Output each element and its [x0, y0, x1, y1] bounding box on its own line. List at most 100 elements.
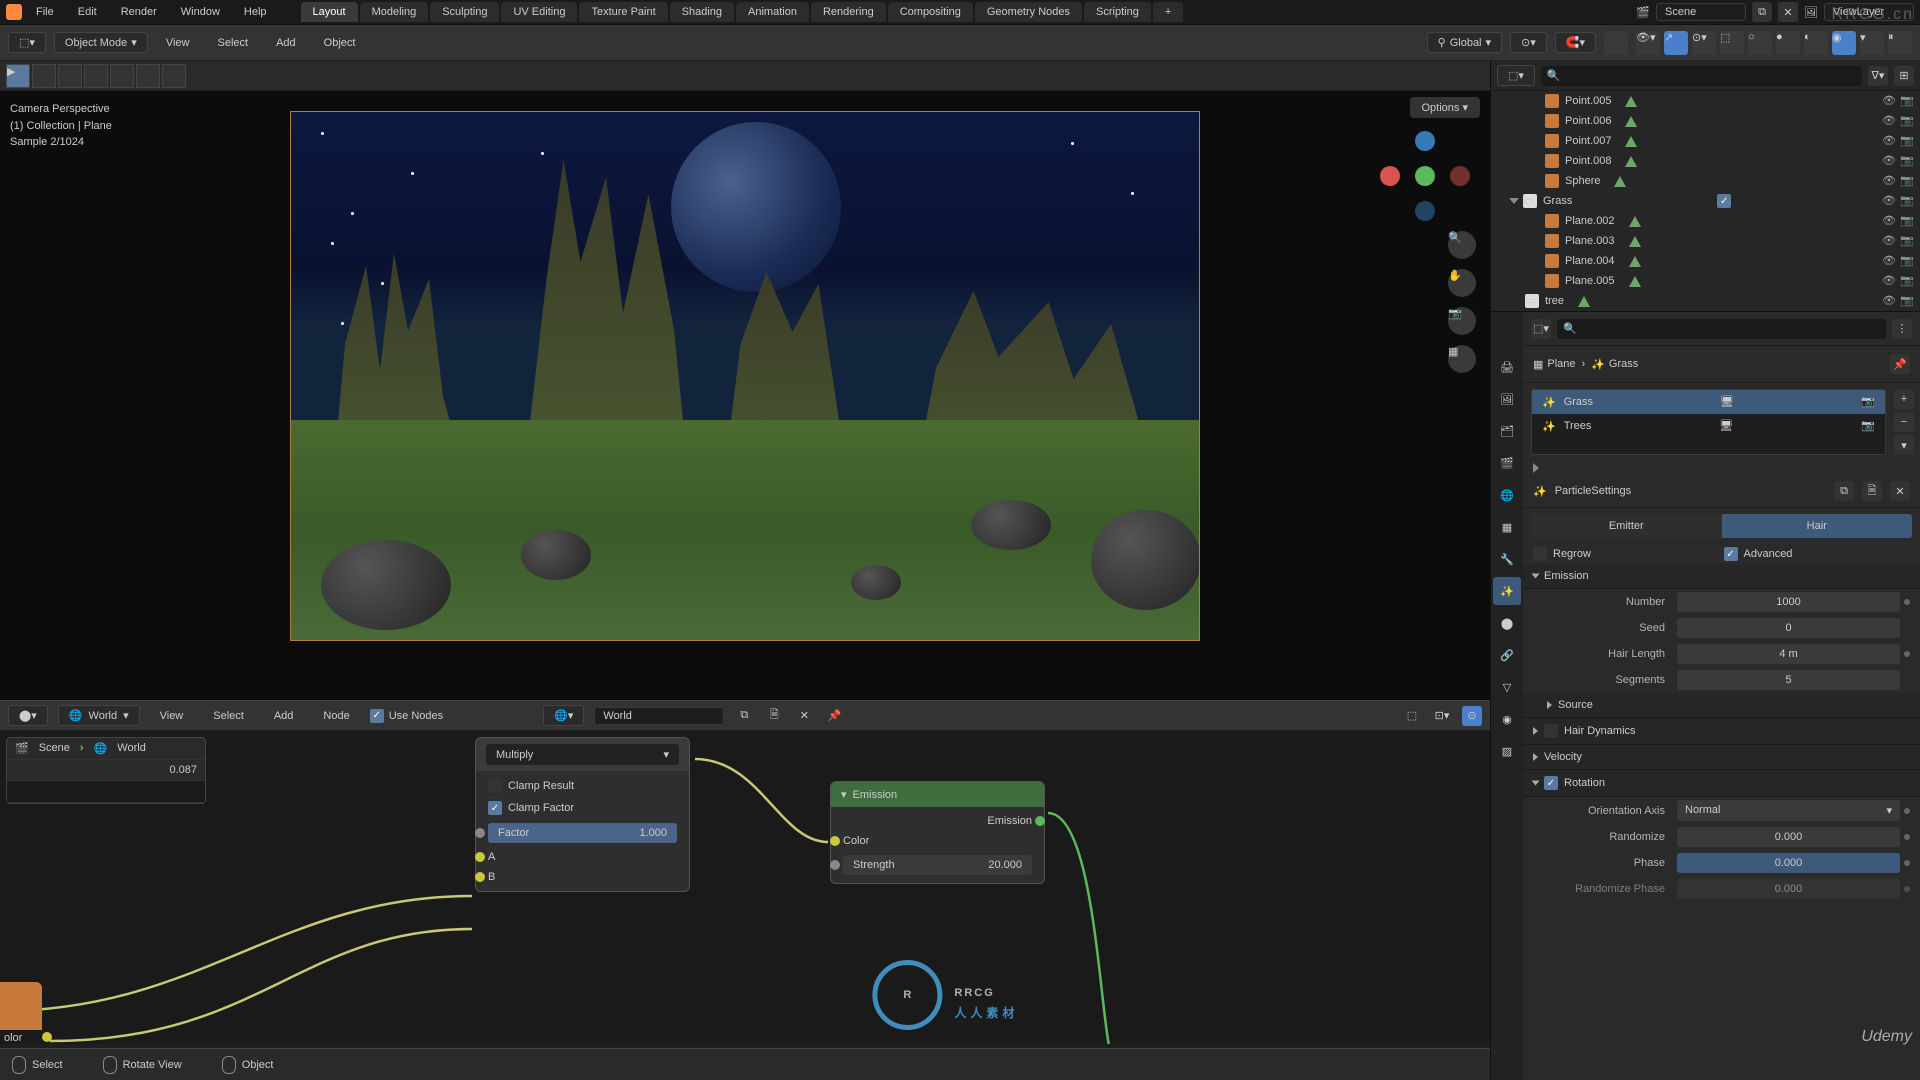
shading-options[interactable]: ▾ [1860, 31, 1884, 55]
menu-file[interactable]: File [26, 2, 64, 22]
ne-snap[interactable]: ⬚ [1402, 706, 1422, 726]
particle-system-item[interactable]: ✨Trees🖥📷 [1532, 414, 1885, 438]
clamp-result-row[interactable]: Clamp Result [480, 775, 685, 797]
tab-data-props[interactable]: ▽ [1493, 673, 1521, 701]
outliner-item[interactable]: Plane.002👁📷 [1491, 211, 1920, 231]
proportional-toggle[interactable] [1604, 31, 1628, 55]
tab-object-props[interactable]: ▦ [1493, 513, 1521, 541]
tab-modeling[interactable]: Modeling [360, 2, 429, 22]
tab-constraint-props[interactable]: 🔗 [1493, 641, 1521, 669]
outliner-item[interactable]: Plane.004👁📷 [1491, 251, 1920, 271]
outliner-item[interactable]: Point.005👁📷 [1491, 91, 1920, 111]
tab-animation[interactable]: Animation [736, 2, 809, 22]
tool-cursor[interactable]: ▶ [6, 64, 30, 88]
factor-field[interactable]: Factor1.000 [488, 823, 677, 843]
ne-add[interactable]: Add [264, 706, 304, 726]
ps-add[interactable]: + [1894, 389, 1914, 409]
emission-panel-header[interactable]: Emission [1523, 564, 1920, 589]
ne-overlay[interactable]: ⊡▾ [1432, 706, 1452, 726]
ne-browse[interactable]: ⧉ [734, 706, 754, 726]
regrow-toggle[interactable]: Regrow [1533, 547, 1720, 561]
phase-field[interactable]: 0.000 [1677, 853, 1900, 873]
tool-select-box[interactable] [32, 64, 56, 88]
object-mode-dropdown[interactable]: Object Mode ▾ [54, 32, 148, 53]
tab-particle-props[interactable]: ✨ [1493, 577, 1521, 605]
number-field[interactable]: 1000 [1677, 592, 1900, 612]
hairlength-field[interactable]: 4 m [1677, 644, 1900, 664]
shading-solid[interactable]: ● [1776, 31, 1800, 55]
ne-pin[interactable]: 📌 [824, 706, 844, 726]
color-socket[interactable] [42, 1032, 52, 1042]
tree-scene[interactable]: Scene [39, 742, 70, 755]
a-socket[interactable] [475, 852, 485, 862]
shading-matprev[interactable]: ◐ [1804, 31, 1828, 55]
nav-gizmo[interactable] [1380, 131, 1470, 221]
outliner-new-coll[interactable]: ⊞ [1894, 66, 1914, 86]
props-search[interactable]: 🔍 [1557, 319, 1886, 339]
outliner-item[interactable]: Plane.005👁📷 [1491, 271, 1920, 291]
tab-scene-props[interactable]: 🎬 [1493, 449, 1521, 477]
camera-icon[interactable]: 📷 [1448, 307, 1476, 335]
strength-field[interactable]: Strength20.000 [843, 855, 1032, 875]
menu-help[interactable]: Help [234, 2, 277, 22]
select-menu[interactable]: Select [207, 33, 258, 53]
ne-editor-type[interactable]: ⬤▾ [8, 705, 48, 726]
tab-modifier-props[interactable]: 🔧 [1493, 545, 1521, 573]
particle-settings-row[interactable]: ✨ParticleSettings ⧉ 🗎 ✕ [1523, 475, 1920, 508]
tree-world[interactable]: World [117, 742, 146, 755]
ps-specials[interactable]: ▾ [1894, 435, 1914, 455]
particle-system-item[interactable]: ✨Grass🖥📷 [1532, 390, 1885, 414]
tab-viewlayer-props[interactable]: 🗂 [1493, 417, 1521, 445]
rotation-panel-header[interactable]: Rotation [1523, 770, 1920, 797]
add-menu[interactable]: Add [266, 33, 306, 53]
props-options[interactable]: ⋮ [1892, 319, 1912, 339]
tab-geonodes[interactable]: Geometry Nodes [975, 2, 1082, 22]
shading-wireframe[interactable]: ○ [1748, 31, 1772, 55]
tool-rotate[interactable] [136, 64, 160, 88]
color-node-corner[interactable] [0, 982, 42, 1030]
ne-view[interactable]: View [150, 706, 194, 726]
outliner-item[interactable]: Sphere👁📷 [1491, 171, 1920, 191]
tab-texture-props[interactable]: ▨ [1493, 737, 1521, 765]
hairdyn-panel-header[interactable]: Hair Dynamics [1523, 718, 1920, 745]
bc-obj[interactable]: Plane [1547, 358, 1575, 370]
clamp-factor-row[interactable]: Clamp Factor [480, 797, 685, 819]
render-pause[interactable]: ⏸ [1888, 31, 1912, 55]
scene-field[interactable]: Scene [1656, 3, 1746, 21]
outliner-search[interactable]: 🔍 [1541, 66, 1862, 86]
outliner-item[interactable]: Point.007👁📷 [1491, 131, 1920, 151]
ne-overlay-toggle[interactable]: ⊙ [1462, 706, 1482, 726]
tab-sculpting[interactable]: Sculpting [430, 2, 499, 22]
tab-shading[interactable]: Shading [670, 2, 734, 22]
ps-unlink[interactable]: ✕ [1890, 481, 1910, 501]
seed-field[interactable]: 0 [1677, 618, 1900, 638]
randphase-field[interactable]: 0.000 [1677, 879, 1900, 899]
tab-render-props[interactable]: 🖨 [1493, 353, 1521, 381]
outliner-item[interactable]: Point.008👁📷 [1491, 151, 1920, 171]
overlay-toggle[interactable]: ⊙▾ [1692, 31, 1716, 55]
menu-render[interactable]: Render [111, 2, 167, 22]
axis-field[interactable]: Normal▾ [1677, 800, 1900, 821]
randomize-field[interactable]: 0.000 [1677, 827, 1900, 847]
outliner-type[interactable]: ⬚▾ [1497, 65, 1535, 86]
outliner-item[interactable]: ▭Grass👁📷 [1491, 191, 1920, 211]
xray-toggle[interactable]: ⬚ [1720, 31, 1744, 55]
tool-select-circle[interactable] [58, 64, 82, 88]
3d-viewport[interactable]: Camera Perspective (1) Collection | Plan… [0, 91, 1490, 700]
use-nodes-toggle[interactable]: Use Nodes [370, 709, 443, 723]
scene-new-button[interactable]: ✕ [1778, 2, 1798, 22]
scene-browse-button[interactable]: ⧉ [1752, 2, 1772, 22]
props-type[interactable]: ⬚▾ [1531, 319, 1551, 339]
app-logo[interactable] [6, 4, 22, 20]
shading-rendered[interactable]: ◉ [1832, 31, 1856, 55]
ne-world-dropdown[interactable]: 🌐 World ▾ [58, 705, 140, 726]
bc-pin[interactable]: 📌 [1890, 354, 1910, 374]
orientation-dropdown[interactable]: ⚲ Global ▾ [1427, 32, 1502, 53]
tab-physics-props[interactable]: ⬤ [1493, 609, 1521, 637]
strength-socket[interactable] [830, 860, 840, 870]
mix-mode-select[interactable]: Multiply▾ [486, 744, 679, 765]
advanced-toggle[interactable]: Advanced [1724, 547, 1911, 561]
menu-window[interactable]: Window [171, 2, 230, 22]
tool-move[interactable] [110, 64, 134, 88]
ne-world-field[interactable]: World [594, 707, 724, 725]
